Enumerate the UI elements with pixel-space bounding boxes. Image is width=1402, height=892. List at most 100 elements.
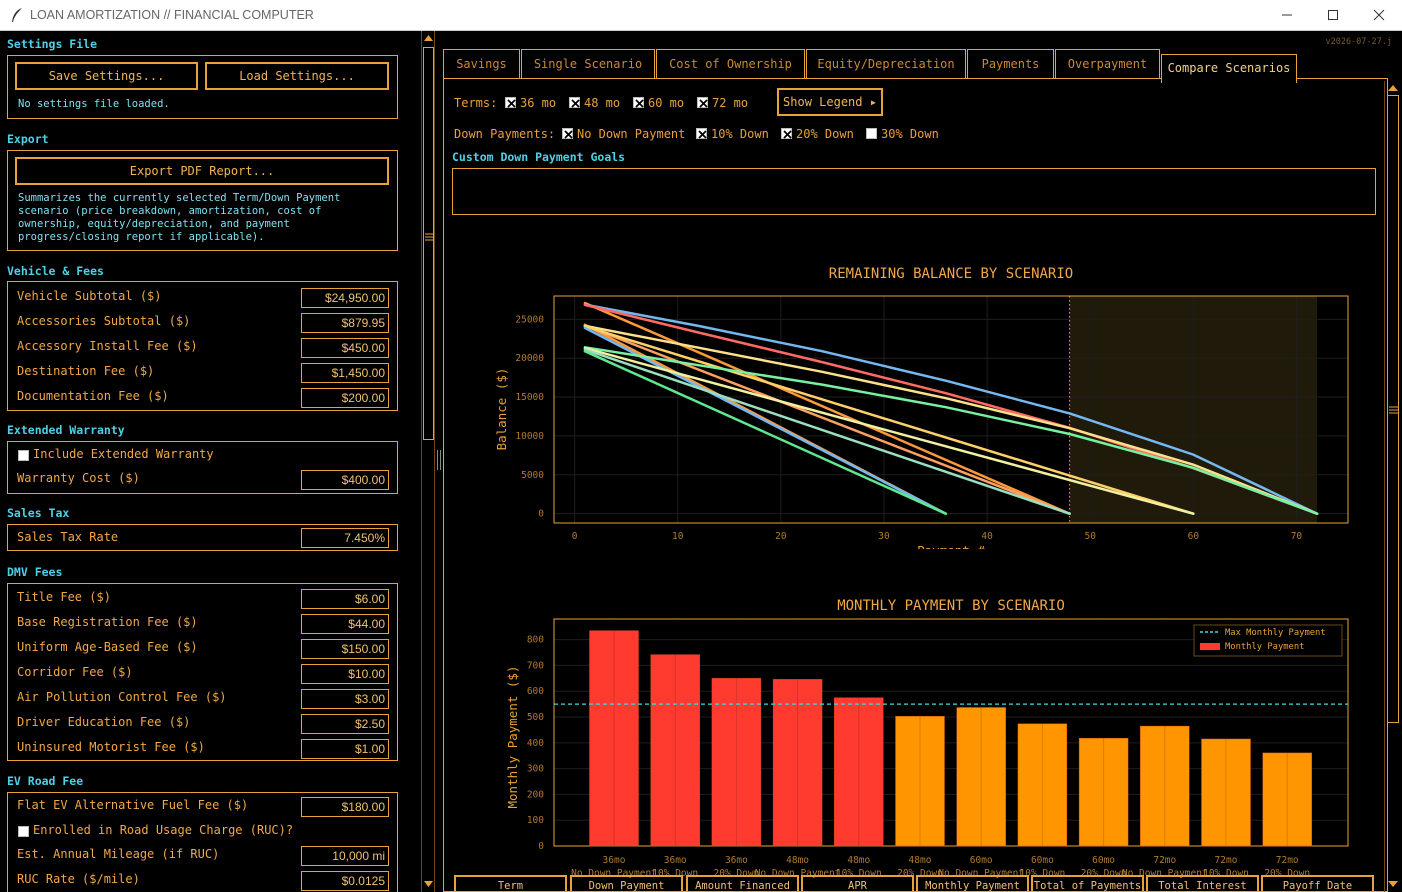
ruc-enrolled-checkbox[interactable] xyxy=(18,826,29,837)
ev-flat-fee-input[interactable]: $180.00 xyxy=(301,797,389,817)
vehicle-field-input[interactable]: $450.00 xyxy=(301,338,389,358)
dmv-field-input[interactable]: $3.00 xyxy=(301,689,389,709)
sales-tax-input[interactable]: 7.450% xyxy=(301,528,389,548)
right-panel-scrollbar[interactable] xyxy=(1384,81,1401,892)
grip-icon xyxy=(1389,406,1399,414)
ruc-rate-input[interactable]: $0.0125 xyxy=(301,871,389,891)
down-payment-checkbox[interactable]: No Down Payment xyxy=(562,127,685,141)
table-header-cell[interactable]: Term xyxy=(454,875,567,891)
load-settings-button[interactable]: Load Settings... xyxy=(205,62,389,90)
vehicle-field-input[interactable]: $879.95 xyxy=(301,313,389,333)
minimize-button[interactable] xyxy=(1264,0,1310,31)
warranty-cost-label: Warranty Cost ($) xyxy=(17,471,140,485)
version-label: v2026-07-27.j xyxy=(1325,37,1392,47)
y-tick-label: 700 xyxy=(527,660,544,671)
x-tick-label: 20 xyxy=(775,531,787,542)
ev-heading: EV Road Fee xyxy=(7,774,84,788)
table-header-cell[interactable]: Payoff Date xyxy=(1261,875,1374,891)
dmv-field-label: Air Pollution Control Fee ($) xyxy=(17,690,227,704)
y-tick-label: 600 xyxy=(527,686,544,697)
export-box: Export PDF Report... Summarizes the curr… xyxy=(7,150,398,251)
table-header-cell[interactable]: Amount Financed xyxy=(686,875,799,891)
ev-flat-fee-label: Flat EV Alternative Fuel Fee ($) xyxy=(17,798,249,812)
include-warranty-checkbox[interactable] xyxy=(18,450,29,461)
payment-chart-title: MONTHLY PAYMENT BY SCENARIO xyxy=(837,598,1065,614)
tab-savings[interactable]: Savings xyxy=(443,49,520,79)
vehicle-field-label: Accessory Install Fee ($) xyxy=(17,339,198,353)
balance-series-line xyxy=(583,324,1071,515)
right-scroll-thumb[interactable] xyxy=(1387,95,1399,723)
scroll-up-icon[interactable] xyxy=(1388,84,1398,92)
checkbox-box[interactable] xyxy=(866,128,877,139)
dmv-field-label: Title Fee ($) xyxy=(17,590,111,604)
term-checkbox[interactable]: 72 mo xyxy=(697,96,748,110)
term-checkbox[interactable]: 60 mo xyxy=(633,96,684,110)
tab-single-scenario[interactable]: Single Scenario xyxy=(521,49,655,79)
tab-compare-scenarios[interactable]: Compare Scenarios xyxy=(1161,54,1297,83)
down-payment-checkbox[interactable]: 20% Down xyxy=(781,127,854,141)
down-payment-checkbox[interactable]: 10% Down xyxy=(696,127,769,141)
vehicle-fees-heading: Vehicle & Fees xyxy=(7,264,104,278)
export-pdf-button[interactable]: Export PDF Report... xyxy=(15,157,389,185)
minimize-icon xyxy=(1282,14,1292,16)
scroll-down-icon[interactable] xyxy=(1388,880,1398,888)
vehicle-field-input[interactable]: $1,450.00 xyxy=(301,363,389,383)
x-tick-label: 72mo xyxy=(1276,855,1299,866)
export-heading: Export xyxy=(7,132,49,146)
tab-cost-of-ownership[interactable]: Cost of Ownership xyxy=(656,49,805,79)
save-settings-button[interactable]: Save Settings... xyxy=(15,62,198,90)
table-header-cell[interactable]: APR xyxy=(801,875,914,891)
dmv-field-input[interactable]: $6.00 xyxy=(301,589,389,609)
term-checkbox[interactable]: 36 mo xyxy=(505,96,556,110)
tab-payments[interactable]: Payments xyxy=(967,49,1054,79)
sales-tax-heading: Sales Tax xyxy=(7,506,70,520)
down-payment-checkbox[interactable]: 30% Down xyxy=(866,127,939,141)
checkbox-box[interactable] xyxy=(562,128,573,139)
term-checkbox-label: 48 mo xyxy=(584,96,621,110)
dmv-field-input[interactable]: $150.00 xyxy=(301,639,389,659)
term-checkbox-label: 72 mo xyxy=(712,96,749,110)
x-tick-label: 60mo xyxy=(1031,855,1054,866)
table-header-cell[interactable]: Total Interest xyxy=(1146,875,1259,891)
dmv-field-input[interactable]: $2.50 xyxy=(301,714,389,734)
table-header-cell[interactable]: Down Payment xyxy=(570,875,683,891)
left-scroll-thumb[interactable] xyxy=(423,47,434,440)
x-tick-label: 60 xyxy=(1188,531,1200,542)
balance-chart: 0 10 20 30 40 50 60 70 0 5000 10000 15000 20000 25000… xyxy=(494,266,1349,549)
table-header-cell[interactable]: Monthly Payment xyxy=(916,875,1029,891)
tab-equity-depreciation[interactable]: Equity/Depreciation xyxy=(806,49,966,79)
checkbox-box[interactable] xyxy=(569,97,580,108)
vehicle-field-input[interactable]: $24,950.00 xyxy=(301,288,389,308)
table-header-cell[interactable]: Total of Payments xyxy=(1031,875,1144,891)
close-icon xyxy=(1373,9,1385,21)
x-tick-label: 36mo xyxy=(603,855,626,866)
ruc-enrolled-label: Enrolled in Road Usage Charge (RUC)? xyxy=(33,823,294,837)
annual-mileage-input[interactable]: 10,000 mi xyxy=(301,846,389,866)
settings-status: No settings file loaded. xyxy=(18,98,170,110)
dmv-field-input[interactable]: $1.00 xyxy=(301,739,389,759)
vehicle-field-input[interactable]: $200.00 xyxy=(301,388,389,408)
checkbox-box[interactable] xyxy=(505,97,516,108)
dmv-field-input[interactable]: $44.00 xyxy=(301,614,389,634)
left-panel-scrollbar[interactable] xyxy=(421,31,435,892)
checkbox-box[interactable] xyxy=(696,128,707,139)
tab-overpayment[interactable]: Overpayment xyxy=(1055,49,1160,79)
dmv-field-input[interactable]: $10.00 xyxy=(301,664,389,684)
x-tick-label: 48mo xyxy=(909,855,932,866)
feather-app-icon xyxy=(12,8,22,22)
checkbox-box[interactable] xyxy=(781,128,792,139)
checkbox-box[interactable] xyxy=(697,97,708,108)
y-tick-label: 800 xyxy=(527,635,544,646)
term-checkbox[interactable]: 48 mo xyxy=(569,96,620,110)
scroll-up-icon[interactable] xyxy=(424,34,433,42)
dmv-field-label: Uninsured Motorist Fee ($) xyxy=(17,740,205,754)
maximize-button[interactable] xyxy=(1310,0,1356,31)
close-button[interactable] xyxy=(1356,0,1402,31)
show-legend-button[interactable]: Show Legend ▸ xyxy=(777,88,883,116)
main-area: v2026-07-27.j Terms: Show Legend ▸ Down … xyxy=(441,31,1402,892)
x-tick-label: 48mo xyxy=(786,855,809,866)
warranty-cost-input[interactable]: $400.00 xyxy=(301,470,389,490)
checkbox-box[interactable] xyxy=(633,97,644,108)
scroll-down-icon[interactable] xyxy=(424,880,433,888)
custom-goals-input[interactable] xyxy=(452,168,1376,215)
